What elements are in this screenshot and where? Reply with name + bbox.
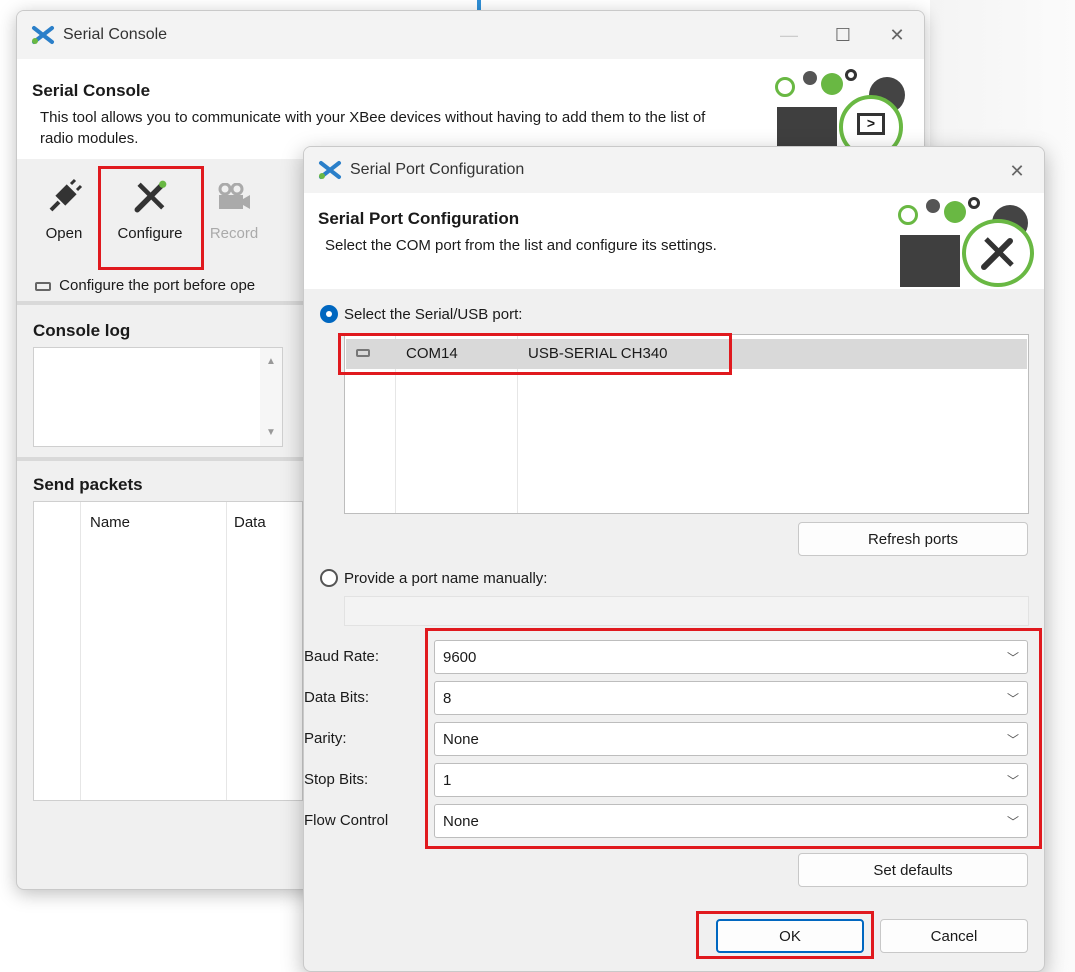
stop-bits-select[interactable]: 1 ﹀: [434, 763, 1028, 797]
wrench-screwdriver-icon: [130, 175, 170, 219]
send-packets-table[interactable]: Name Data: [33, 501, 303, 801]
header-description: This tool allows you to communicate with…: [40, 109, 706, 147]
console-log-title: Console log: [33, 321, 131, 340]
app-icon: [31, 25, 55, 45]
flow-control-select[interactable]: None ﹀: [434, 804, 1028, 838]
refresh-ports-button[interactable]: Refresh ports: [798, 522, 1028, 556]
port-name: COM14: [406, 345, 458, 362]
manual-port-input[interactable]: [344, 596, 1029, 626]
serial-port-icon: [356, 349, 370, 357]
console-header: Serial Console This tool allows you to c…: [17, 59, 924, 159]
record-label: Record: [209, 225, 259, 242]
open-label: Open: [45, 225, 83, 242]
scroll-down-icon[interactable]: ▼: [266, 427, 276, 438]
chevron-down-icon: ﹀: [1006, 692, 1019, 706]
console-log-area[interactable]: ▲ ▼: [33, 347, 283, 447]
port-row-com14[interactable]: COM14 USB-SERIAL CH340: [346, 339, 1027, 369]
data-bits-label: Data Bits:: [304, 689, 370, 706]
parity-label: Parity:: [304, 730, 347, 747]
port-settings: Baud Rate: 9600 ﹀ Data Bits: 8 ﹀ Parity: N…: [304, 640, 1044, 840]
flow-control-value: None: [443, 812, 479, 830]
chevron-down-icon: ﹀: [1006, 733, 1019, 747]
dialog-header-title: Serial Port Configuration: [318, 209, 520, 228]
port-description: USB-SERIAL CH340: [528, 345, 668, 362]
configure-button[interactable]: Configure: [109, 175, 191, 242]
chevron-down-icon: ﹀: [1006, 651, 1019, 665]
status-message: Configure the port before ope: [35, 277, 255, 294]
serial-console-titlebar[interactable]: Serial Console — ☐ ✕: [17, 11, 924, 59]
scrollbar[interactable]: ▲ ▼: [260, 348, 282, 446]
serial-port-configuration-dialog: Serial Port Configuration ✕ Serial Port …: [303, 146, 1045, 972]
close-icon[interactable]: ✕: [990, 147, 1044, 195]
column-header-name[interactable]: Name: [90, 514, 130, 531]
select-serial-port-radio[interactable]: Select the Serial/USB port:: [320, 305, 522, 323]
flow-control-label: Flow Control: [304, 812, 389, 829]
radio-unselected-icon: [320, 569, 338, 587]
dialog-header-description: Select the COM port from the list and co…: [325, 237, 717, 254]
baud-rate-value: 9600: [443, 648, 477, 666]
set-defaults-button[interactable]: Set defaults: [798, 853, 1028, 887]
radio-selected-icon: [320, 305, 338, 323]
header-title: Serial Console: [32, 81, 151, 100]
window-title: Serial Console: [63, 26, 168, 43]
manual-port-radio[interactable]: Provide a port name manually:: [320, 569, 547, 587]
configure-label: Configure: [117, 225, 183, 242]
status-text: Configure the port before ope: [59, 277, 256, 294]
video-camera-icon: [214, 175, 254, 219]
parity-value: None: [443, 730, 479, 748]
chevron-down-icon: ﹀: [1006, 815, 1019, 829]
stop-bits-value: 1: [443, 771, 452, 789]
column-header-data[interactable]: Data: [234, 514, 266, 531]
dialog-header: Serial Port Configuration Select the COM…: [304, 193, 1044, 289]
close-icon[interactable]: ✕: [870, 11, 924, 59]
baud-rate-select[interactable]: 9600 ﹀: [434, 640, 1028, 674]
record-button[interactable]: Record: [205, 175, 263, 242]
app-icon: [318, 160, 342, 180]
dialog-title: Serial Port Configuration: [350, 161, 525, 178]
stop-bits-label: Stop Bits:: [304, 771, 369, 788]
port-list[interactable]: COM14 USB-SERIAL CH340: [344, 334, 1029, 514]
send-packets-title: Send packets: [33, 475, 143, 494]
parity-select[interactable]: None ﹀: [434, 722, 1028, 756]
plug-icon: [44, 175, 84, 219]
ok-button[interactable]: OK: [716, 919, 864, 953]
maximize-icon[interactable]: ☐: [816, 11, 870, 59]
cancel-button[interactable]: Cancel: [880, 919, 1028, 953]
chevron-down-icon: ﹀: [1006, 774, 1019, 788]
baud-rate-label: Baud Rate:: [304, 648, 380, 665]
data-bits-select[interactable]: 8 ﹀: [434, 681, 1028, 715]
scroll-up-icon[interactable]: ▲: [266, 356, 276, 367]
data-bits-value: 8: [443, 689, 452, 707]
dialog-titlebar[interactable]: Serial Port Configuration ✕: [304, 147, 1044, 193]
open-button[interactable]: Open: [39, 175, 89, 242]
serial-port-icon: [35, 281, 51, 291]
minimize-icon[interactable]: —: [762, 11, 816, 59]
configuration-logo-icon: [888, 195, 1044, 287]
select-serial-port-label: Select the Serial/USB port:: [344, 305, 523, 323]
manual-port-label: Provide a port name manually:: [344, 569, 548, 587]
